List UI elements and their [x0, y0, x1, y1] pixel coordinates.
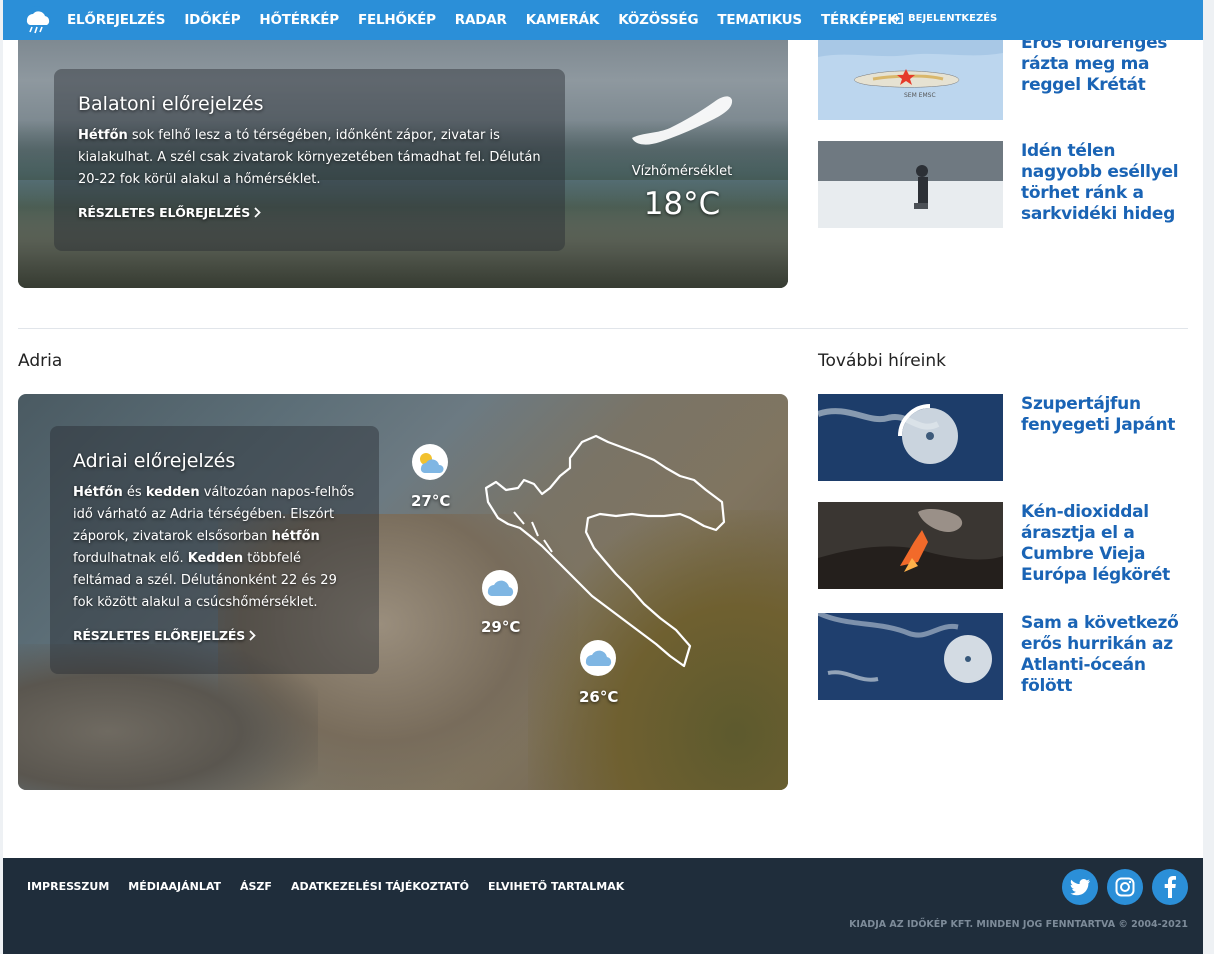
partly-cloudy-icon [412, 444, 448, 480]
menu-item-tematikus[interactable]: TEMATIKUS [717, 12, 802, 28]
news-thumbnail[interactable] [818, 613, 1003, 700]
menu-item-kozosseg[interactable]: KÖZÖSSÉG [618, 12, 698, 28]
menu-item-kamerak[interactable]: KAMERÁK [526, 12, 600, 28]
copyright-text: KIADJA AZ IDŐKÉP KFT. MINDEN JOG FENNTAR… [849, 919, 1188, 930]
sign-in-icon [891, 13, 903, 24]
temp-label: 27°C [411, 492, 451, 510]
menu-item-felhokep[interactable]: FELHŐKÉP [358, 12, 436, 28]
news-title[interactable]: Idén télen nagyobb eséllyel törhet ránk … [1021, 141, 1188, 228]
login-button[interactable]: BEJELENTKEZÉS [891, 13, 997, 24]
footer-link-aszf[interactable]: ÁSZF [240, 880, 272, 893]
section-divider [18, 328, 1188, 329]
adria-info-box: Adriai előrejelzés Hétfőn és kedden vált… [50, 426, 379, 674]
cloudy-icon [580, 640, 616, 676]
scrollbar[interactable] [1203, 0, 1214, 954]
news-item[interactable]: Szupertájfun fenyegeti Japánt [818, 394, 1188, 481]
menu-item-radar[interactable]: RADAR [455, 12, 507, 28]
footer: IMPRESSZUM MÉDIAAJÁNLAT ÁSZF ADATKEZELÉS… [3, 858, 1203, 954]
balaton-text: Hétfőn sok felhő lesz a tó térségében, i… [78, 128, 541, 187]
news-thumbnail[interactable] [818, 502, 1003, 589]
footer-link-impresszum[interactable]: IMPRESSZUM [27, 880, 109, 893]
news-title[interactable]: Sam a következő erős hurrikán az Atlanti… [1021, 613, 1188, 700]
chevron-right-icon [249, 630, 256, 641]
balaton-info-box: Balatoni előrejelzés Hétfőn sok felhő le… [54, 69, 565, 251]
news-item[interactable]: SEM EMSC Erős földrengés rázta meg ma re… [818, 33, 1188, 120]
balaton-forecast-card[interactable]: Balatoni előrejelzés Hétfőn sok felhő le… [18, 0, 788, 288]
balaton-lake-icon [632, 96, 733, 145]
facebook-icon[interactable] [1152, 869, 1188, 905]
menu-item-elorejelzes[interactable]: ELŐREJELZÉS [67, 12, 166, 28]
news-thumbnail[interactable]: SEM EMSC [818, 33, 1003, 120]
water-temp-label: Vízhőmérséklet [631, 164, 733, 179]
news-title[interactable]: Kén-dioxiddal árasztja el a Cumbre Vieja… [1021, 502, 1188, 589]
footer-link-adatkezeles[interactable]: ADATKEZELÉSI TÁJÉKOZTATÓ [291, 880, 469, 893]
news-title[interactable]: Erős földrengés rázta meg ma reggel Krét… [1021, 33, 1188, 120]
login-label: BEJELENTKEZÉS [908, 13, 998, 24]
water-temp-value: 18°C [643, 186, 721, 222]
adria-details-link[interactable]: RÉSZLETES ELŐREJELZÉS [73, 628, 256, 643]
chevron-right-icon [254, 207, 261, 218]
thumb-overlay-text: SEM EMSC [904, 92, 936, 99]
menu-item-idokep[interactable]: IDŐKÉP [184, 12, 240, 28]
top-nav: ELŐREJELZÉS IDŐKÉP HŐTÉRKÉP FELHŐKÉP RAD… [3, 0, 1203, 40]
news-thumbnail[interactable] [818, 394, 1003, 481]
cloudy-icon [482, 570, 518, 606]
temp-label: 29°C [481, 618, 521, 636]
twitter-icon[interactable] [1062, 869, 1098, 905]
adria-text: Hétfőn és kedden változóan napos-felhős … [73, 485, 355, 610]
logo-icon[interactable] [21, 5, 53, 35]
adria-section-label: Adria [18, 351, 63, 371]
main-menu: ELŐREJELZÉS IDŐKÉP HŐTÉRKÉP FELHŐKÉP RAD… [67, 0, 916, 40]
more-news-section-label: További híreink [818, 351, 946, 371]
temp-label: 26°C [579, 688, 619, 706]
instagram-icon[interactable] [1107, 869, 1143, 905]
menu-item-hoterkep[interactable]: HŐTÉRKÉP [259, 12, 339, 28]
footer-link-elviheto[interactable]: ELVIHETŐ TARTALMAK [488, 880, 624, 893]
news-item[interactable]: Sam a következő erős hurrikán az Atlanti… [818, 613, 1188, 700]
adria-title: Adriai előrejelzés [73, 450, 236, 472]
balaton-title: Balatoni előrejelzés [78, 93, 264, 115]
footer-links: IMPRESSZUM MÉDIAAJÁNLAT ÁSZF ADATKEZELÉS… [27, 880, 643, 893]
menu-item-terkepek[interactable]: TÉRKÉPEK [821, 12, 898, 28]
news-item[interactable]: Kén-dioxiddal árasztja el a Cumbre Vieja… [818, 502, 1188, 589]
balaton-details-link[interactable]: RÉSZLETES ELŐREJELZÉS [78, 205, 261, 220]
croatia-map-outline [484, 434, 726, 668]
news-thumbnail[interactable] [818, 141, 1003, 228]
news-item[interactable]: Idén télen nagyobb eséllyel törhet ránk … [818, 141, 1188, 228]
news-title[interactable]: Szupertájfun fenyegeti Japánt [1021, 394, 1188, 481]
footer-link-mediaajanlat[interactable]: MÉDIAAJÁNLAT [128, 880, 221, 893]
adria-forecast-card[interactable]: Adriai előrejelzés Hétfőn és kedden vált… [18, 394, 788, 790]
